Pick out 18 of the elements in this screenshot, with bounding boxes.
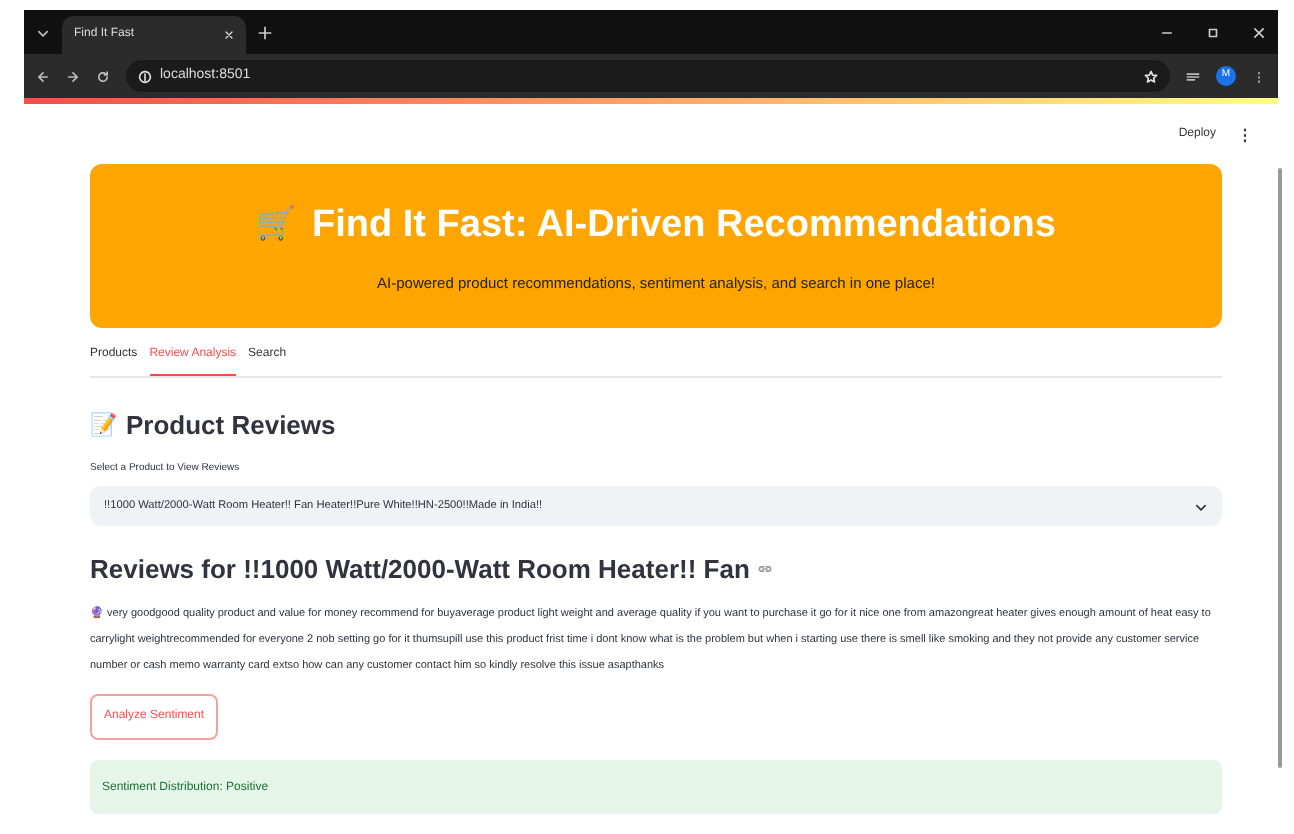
back-icon[interactable]	[36, 69, 50, 83]
star-icon[interactable]	[1144, 69, 1158, 83]
memo-icon: 📝	[90, 409, 118, 442]
info-icon	[138, 69, 152, 83]
chevron-icon	[1194, 499, 1208, 513]
forward-icon[interactable]	[66, 69, 80, 83]
scrollbar[interactable]	[1278, 168, 1282, 768]
cart-icon: 🛒	[256, 202, 297, 251]
section-heading: Product Reviews	[126, 408, 336, 444]
menu-icon[interactable]	[1252, 69, 1266, 83]
close-icon[interactable]	[1252, 25, 1266, 39]
reload-icon[interactable]	[96, 69, 110, 83]
new-tab-icon[interactable]	[258, 25, 272, 39]
link-icon	[757, 562, 772, 577]
restore-icon[interactable]	[1206, 25, 1220, 39]
reviews-heading: Reviews for !!1000 Watt/2000-Watt Room Heater!! Fan	[90, 552, 750, 588]
banner-title: Find It Fast: AI-Driven Recommendations	[312, 202, 1056, 251]
close-icon[interactable]	[224, 30, 234, 40]
